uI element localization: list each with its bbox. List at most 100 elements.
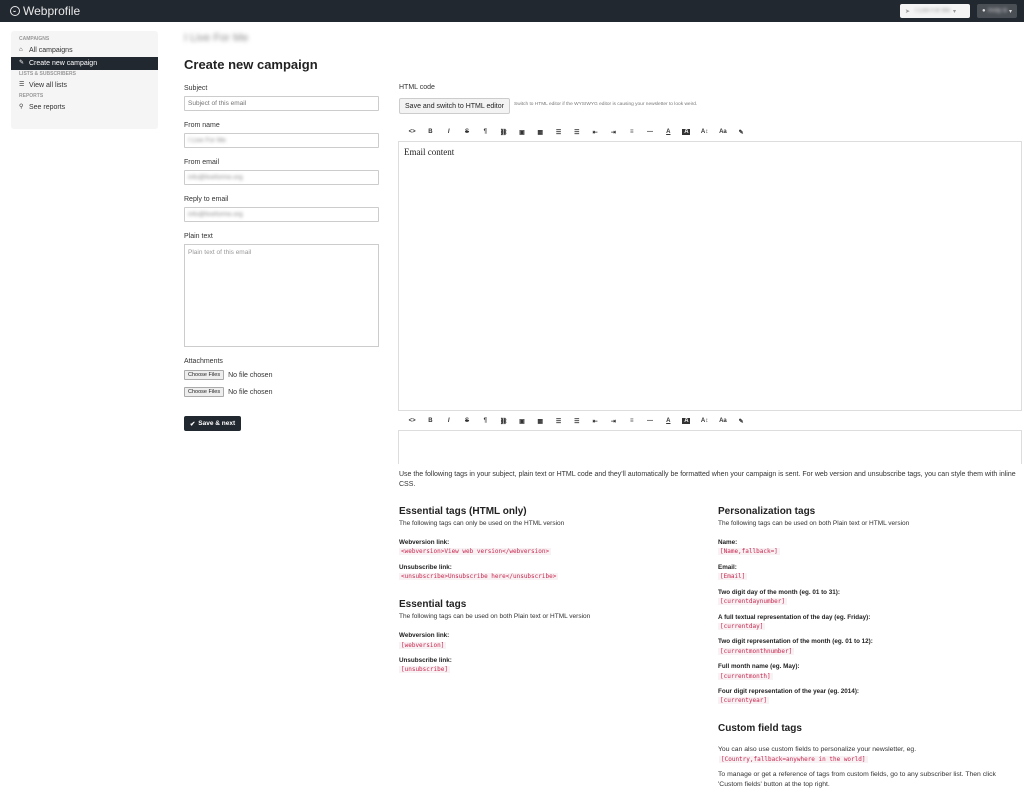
italic-icon[interactable]: I (440, 129, 458, 135)
email-content[interactable]: Email content (404, 147, 1016, 157)
sidebar-item-label: Create new campaign (29, 60, 98, 67)
choose-files-button[interactable]: Choose Files (184, 387, 225, 397)
italic-icon[interactable]: I (440, 418, 458, 424)
paper-plane-icon: ➤ (905, 8, 911, 15)
no-file-text: No file chosen (228, 388, 273, 396)
ordered-list-icon[interactable]: ☰ (568, 418, 586, 425)
tag-code: [webversion] (399, 642, 447, 649)
paragraph-icon[interactable]: ¶ (476, 418, 494, 424)
bold-icon[interactable]: B (421, 129, 439, 135)
indent-icon[interactable]: ⇥ (604, 129, 622, 136)
format-icon[interactable]: ✎ (732, 418, 750, 425)
no-file-text: No file chosen (228, 371, 273, 379)
background-color-icon[interactable]: A (682, 418, 691, 424)
font-family-icon[interactable]: Aa (714, 418, 732, 424)
font-size-icon[interactable]: A↕ (695, 418, 713, 424)
tags-intro-text: Use the following tags in your subject, … (399, 471, 1016, 488)
brand-heading: I Live For Me (184, 32, 249, 44)
from-email-value: info@liveforme.org (188, 174, 243, 181)
tag-code: [currentday] (718, 623, 766, 630)
sidebar-item-all-campaigns[interactable]: ⌂ All campaigns (11, 44, 158, 57)
editor-footer-area (398, 430, 1022, 464)
essential-html-desc: The following tags can only be used on t… (399, 520, 565, 527)
home-icon: ⌂ (19, 47, 23, 53)
from-email-input[interactable]: info@liveforme.org (184, 170, 379, 185)
code-view-icon[interactable]: <> (403, 418, 421, 424)
strikethrough-icon[interactable]: S (458, 129, 476, 135)
tag-label: Four digit representation of the year (e… (718, 688, 860, 695)
caret-down-icon: ▾ (1008, 8, 1012, 15)
font-color-icon[interactable]: A (659, 418, 677, 424)
brand-link[interactable]: Webprofile (10, 4, 80, 18)
image-icon[interactable]: ▣ (513, 129, 531, 136)
search-icon: ⚲ (19, 104, 24, 110)
bold-icon[interactable]: B (421, 418, 439, 424)
save-next-button[interactable]: ✔ Save & next (184, 416, 241, 431)
link-icon[interactable]: ⛓ (494, 129, 512, 136)
ordered-list-icon[interactable]: ☰ (568, 129, 586, 136)
wysiwyg-editor[interactable]: Email content (398, 141, 1022, 411)
tag-label: Two digit day of the month (eg. 01 to 31… (718, 589, 840, 596)
top-navbar: Webprofile ➤ I Live For Me ▾ ● Andy B ▾ (0, 0, 1024, 22)
code-view-icon[interactable]: <> (403, 129, 421, 135)
user-name: Andy B (987, 8, 1007, 14)
table-icon[interactable]: ▦ (531, 418, 549, 425)
background-color-icon[interactable]: A (682, 129, 691, 135)
plain-text-textarea[interactable]: Plain text of this email (184, 244, 379, 347)
link-icon[interactable]: ⛓ (494, 418, 512, 425)
attachments-label: Attachments (184, 358, 223, 365)
align-icon[interactable]: ≡ (623, 418, 641, 424)
tag-label: A full textual representation of the day… (718, 614, 871, 621)
outdent-icon[interactable]: ⇤ (586, 129, 604, 136)
unordered-list-icon[interactable]: ☰ (549, 129, 567, 136)
strikethrough-icon[interactable]: S (458, 418, 476, 424)
from-name-input[interactable]: I Live For Me (184, 133, 379, 148)
brand-switch-label: I Live For Me (915, 8, 951, 14)
tag-label: Unsubscribe link: (399, 657, 452, 664)
outdent-icon[interactable]: ⇤ (586, 418, 604, 425)
personalization-desc: The following tags can be used on both P… (718, 520, 910, 527)
sidebar: Campaigns ⌂ All campaigns ✎ Create new c… (11, 31, 158, 129)
attachment-file-input-2: Choose Files No file chosen (184, 387, 272, 397)
from-email-label: From email (184, 159, 220, 166)
horizontal-rule-icon[interactable]: — (641, 129, 659, 135)
font-color-icon[interactable]: A (659, 129, 677, 135)
font-family-icon[interactable]: Aa (714, 129, 732, 135)
switch-html-editor-button[interactable]: Save and switch to HTML editor (399, 98, 510, 114)
horizontal-rule-icon[interactable]: — (641, 418, 659, 424)
image-icon[interactable]: ▣ (513, 418, 531, 425)
edit-icon: ✎ (19, 60, 25, 66)
tag-label: Two digit representation of the month (e… (718, 638, 873, 645)
paragraph-icon[interactable]: ¶ (476, 129, 494, 135)
font-size-icon[interactable]: A↕ (695, 129, 713, 135)
sidebar-item-view-all-lists[interactable]: ☰ View all lists (11, 79, 158, 92)
table-icon[interactable]: ▦ (531, 129, 549, 136)
tag-label: Webversion link: (399, 632, 450, 639)
user-menu-dropdown[interactable]: ● Andy B ▾ (977, 4, 1017, 18)
tag-code: [currentmonthnumber] (718, 648, 795, 655)
format-icon[interactable]: ✎ (732, 129, 750, 136)
tag-code: [Email] (718, 573, 748, 580)
brand-switch-dropdown[interactable]: ➤ I Live For Me ▾ (900, 4, 970, 18)
tag-code: [Name,fallback=] (718, 548, 780, 555)
attachment-file-input-1: Choose Files No file chosen (184, 370, 272, 380)
align-icon[interactable]: ≡ (623, 129, 641, 135)
html-code-label: HTML code (399, 84, 435, 91)
brand-name: Webprofile (23, 4, 81, 18)
list-icon: ☰ (19, 82, 25, 88)
unordered-list-icon[interactable]: ☰ (549, 418, 567, 425)
custom-field-note: To manage or get a reference of tags fro… (718, 771, 996, 788)
essential-title: Essential tags (399, 599, 467, 610)
reply-to-input[interactable]: info@liveforme.org (184, 207, 379, 222)
subject-input[interactable] (184, 96, 379, 111)
indent-icon[interactable]: ⇥ (604, 418, 622, 425)
sidebar-item-label: View all lists (29, 82, 67, 89)
sidebar-item-see-reports[interactable]: ⚲ See reports (11, 101, 158, 114)
sidebar-item-create-new-campaign[interactable]: ✎ Create new campaign (11, 57, 158, 70)
choose-files-button[interactable]: Choose Files (184, 370, 225, 380)
sidebar-header-campaigns: Campaigns (19, 36, 50, 42)
plain-text-placeholder: Plain text of this email (188, 249, 252, 256)
switch-editor-hint: Switch to HTML editor if the WYSIWYG edi… (514, 102, 698, 107)
sidebar-header-reports: Reports (19, 93, 44, 99)
page-title: Create new campaign (184, 57, 318, 72)
